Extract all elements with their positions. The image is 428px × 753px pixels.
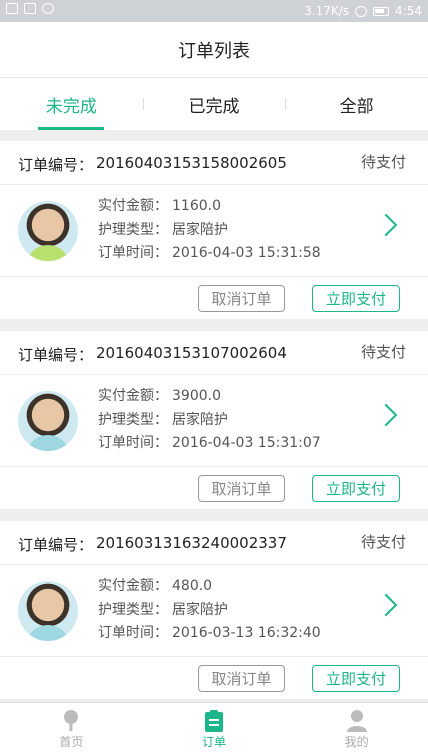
caregiver-avatar	[18, 581, 78, 641]
care-type-value: 居家陪护	[172, 221, 228, 238]
order-detail[interactable]: 实付金额： 3900.0 护理类型： 居家陪护 订单时间： 2016-04-03 15…	[0, 375, 428, 467]
order-number-label: 订单编号：	[18, 346, 94, 364]
cancel-order-button[interactable]: 取消订单	[198, 475, 285, 502]
amount-label: 实付金额：	[98, 198, 168, 214]
order-card: 订单编号： 20160403153158002605 待支付 实付金额： 1160…	[0, 141, 428, 319]
page-title: 订单列表	[178, 40, 250, 62]
amount-label: 实付金额：	[98, 388, 168, 404]
order-card: 订单编号： 20160313163240002337 待支付 实付金额： 480.…	[0, 521, 428, 699]
order-number-label: 订单编号：	[18, 536, 94, 554]
battery-icon	[373, 6, 390, 16]
signal-icon	[355, 5, 368, 17]
order-time-value: 2016-03-13 16:32:40	[172, 625, 321, 641]
order-status: 待支付	[360, 533, 406, 551]
care-type-value: 居家陪护	[172, 411, 228, 428]
order-list: 订单编号： 20160403153158002605 待支付 实付金额： 1160…	[0, 141, 428, 711]
clipboard-icon	[203, 709, 225, 733]
caregiver-avatar	[18, 391, 78, 451]
nav-mine[interactable]: 我的	[285, 703, 428, 753]
order-status: 待支付	[360, 343, 406, 361]
tab-unfinished[interactable]: 未完成	[0, 78, 143, 130]
order-time-value: 2016-04-03 15:31:07	[172, 435, 321, 451]
network-speed: 3.17K/s	[304, 4, 350, 18]
order-number: 20160403153107002604	[96, 344, 287, 362]
pay-now-button[interactable]: 立即支付	[312, 665, 400, 692]
clock: 4:54	[395, 4, 422, 18]
amount-value: 1160.0	[172, 198, 221, 214]
care-type-label: 护理类型：	[98, 601, 168, 618]
chevron-right-icon[interactable]	[374, 593, 398, 617]
order-tabs: 未完成 已完成 全部	[0, 78, 428, 130]
image-icon	[24, 3, 36, 14]
order-card: 订单编号： 20160403153107002604 待支付 实付金额： 3900…	[0, 331, 428, 509]
bottom-navigation: 首页 订单 我的	[0, 702, 428, 753]
nav-home-label: 首页	[59, 735, 84, 749]
nav-mine-label: 我的	[344, 735, 369, 749]
care-type-label: 护理类型：	[98, 221, 168, 238]
amount-label: 实付金额：	[98, 578, 168, 594]
order-time-label: 订单时间：	[98, 245, 168, 261]
order-detail[interactable]: 实付金额： 1160.0 护理类型： 居家陪护 订单时间： 2016-04-03 15…	[0, 185, 428, 277]
care-type-label: 护理类型：	[98, 411, 168, 428]
caregiver-avatar	[18, 201, 78, 261]
chevron-right-icon[interactable]	[374, 403, 398, 427]
wifi-icon	[6, 3, 18, 14]
order-time-label: 订单时间：	[98, 625, 168, 641]
order-status: 待支付	[360, 153, 406, 171]
care-type-value: 居家陪护	[172, 601, 228, 618]
cancel-order-button[interactable]: 取消订单	[198, 285, 285, 312]
order-number: 20160403153158002605	[96, 154, 287, 172]
user-icon	[346, 709, 368, 733]
notification-icon	[42, 3, 54, 14]
pay-now-button[interactable]: 立即支付	[312, 285, 400, 312]
amount-value: 3900.0	[172, 388, 221, 404]
tab-finished[interactable]: 已完成	[142, 78, 286, 130]
status-bar: 3.17K/s 4:54	[0, 0, 428, 22]
amount-value: 480.0	[172, 578, 213, 594]
order-number-label: 订单编号：	[18, 156, 94, 174]
order-time-label: 订单时间：	[98, 435, 168, 451]
chevron-right-icon[interactable]	[374, 213, 398, 237]
tree-icon	[60, 709, 82, 733]
order-detail[interactable]: 实付金额： 480.0 护理类型： 居家陪护 订单时间： 2016-03-13 16:…	[0, 565, 428, 657]
nav-orders-label: 订单	[202, 735, 227, 749]
nav-home[interactable]: 首页	[0, 703, 143, 753]
order-number: 20160313163240002337	[96, 534, 287, 552]
order-time-value: 2016-04-03 15:31:58	[172, 245, 321, 261]
pay-now-button[interactable]: 立即支付	[312, 475, 400, 502]
cancel-order-button[interactable]: 取消订单	[198, 665, 285, 692]
app-header: 订单列表	[0, 22, 428, 78]
nav-orders[interactable]: 订单	[143, 703, 286, 753]
tab-all[interactable]: 全部	[285, 78, 428, 130]
